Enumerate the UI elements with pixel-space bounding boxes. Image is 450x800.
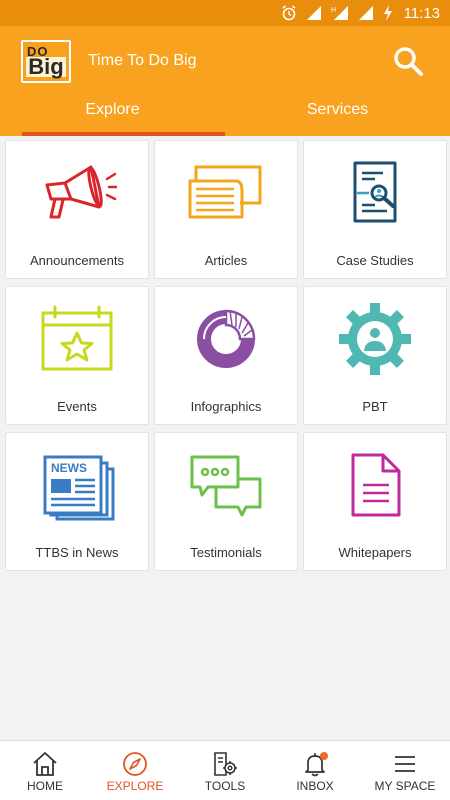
signal-icon	[306, 6, 321, 20]
tile-ttbs-in-news[interactable]: NEWS TTBS in News	[5, 432, 149, 571]
menu-icon	[395, 756, 415, 772]
tile-infographics[interactable]: Infographics	[154, 286, 298, 425]
nav-label: INBOX	[296, 779, 334, 793]
tools-icon	[214, 752, 237, 776]
logo-line2: Big	[26, 54, 66, 80]
notification-badge	[320, 752, 328, 760]
tile-testimonials[interactable]: Testimonials	[154, 432, 298, 571]
nav-label: HOME	[27, 779, 63, 793]
news-icon-text: NEWS	[51, 461, 87, 475]
tile-label: Testimonials	[190, 545, 262, 560]
signal-h-icon: H	[331, 6, 348, 20]
tile-label: Events	[57, 399, 97, 414]
tile-label: Announcements	[30, 253, 124, 268]
nav-home[interactable]: HOME	[0, 741, 90, 800]
nav-inbox[interactable]: INBOX	[270, 741, 360, 800]
tile-events[interactable]: Events	[5, 286, 149, 425]
tile-label: PBT	[362, 399, 388, 414]
tile-announcements[interactable]: Announcements	[5, 140, 149, 279]
home-icon	[33, 752, 57, 776]
signal-2-icon	[358, 6, 373, 20]
nav-explore[interactable]: EXPLORE	[90, 741, 180, 800]
explore-grid: Announcements Articles Case Studies Even…	[5, 140, 447, 571]
app-bar: DO Big Time To Do Big Explore Services	[0, 26, 450, 136]
tab-explore[interactable]: Explore	[0, 96, 225, 136]
compass-icon	[123, 752, 147, 776]
app-title: Time To Do Big	[88, 52, 197, 69]
nav-label: TOOLS	[204, 779, 246, 793]
tile-label: Articles	[204, 253, 248, 268]
tile-label: TTBS in News	[35, 545, 119, 560]
nav-label: MY SPACE	[374, 779, 436, 793]
tab-bar: Explore Services	[0, 96, 450, 136]
calendar-star-icon	[41, 305, 113, 371]
megaphone-icon	[45, 165, 117, 219]
chat-bubbles-icon	[190, 455, 262, 517]
tile-label: Infographics	[190, 399, 262, 414]
tile-articles[interactable]: Articles	[154, 140, 298, 279]
bottom-nav: HOME EXPLORE TOOLS INBOX MY SPACE	[0, 740, 450, 800]
status-icons: H 11:13	[281, 4, 440, 22]
nav-tools[interactable]: TOOLS	[180, 741, 270, 800]
status-bar: H 11:13	[0, 0, 450, 26]
tile-whitepapers[interactable]: Whitepapers	[303, 432, 447, 571]
newspaper-icon: NEWS	[43, 455, 115, 521]
app-logo: DO Big	[21, 40, 71, 83]
alarm-icon	[282, 5, 296, 21]
donut-chart-icon	[197, 309, 256, 368]
articles-icon	[188, 165, 262, 219]
search-icon[interactable]	[392, 45, 424, 77]
tile-pbt[interactable]: PBT	[303, 286, 447, 425]
nav-label: EXPLORE	[106, 779, 164, 793]
case-study-icon	[353, 161, 397, 223]
battery-charging-icon	[383, 5, 392, 21]
tile-label: Whitepapers	[338, 545, 412, 560]
nav-my-space[interactable]: MY SPACE	[360, 741, 450, 800]
tab-services[interactable]: Services	[225, 96, 450, 136]
svg-text:H: H	[331, 7, 336, 14]
status-time: 11:13	[403, 4, 440, 22]
document-icon	[351, 453, 401, 517]
tile-label: Case Studies	[336, 253, 414, 268]
gear-person-icon	[339, 303, 411, 375]
tile-case-studies[interactable]: Case Studies	[303, 140, 447, 279]
